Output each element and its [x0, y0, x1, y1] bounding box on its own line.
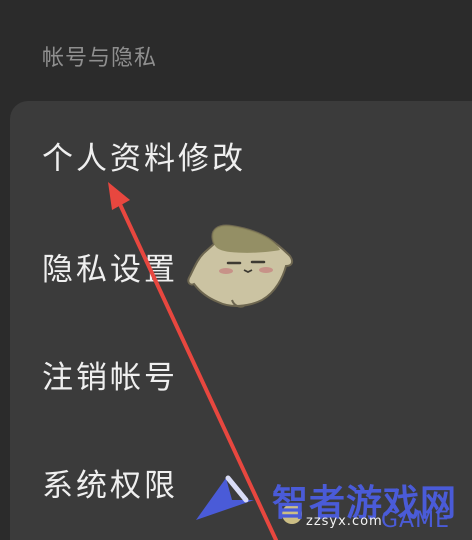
settings-screen: 帐号与隐私 个人资料修改 隐私设置 注销帐号 系统权限 智者游戏网 zzsyx.…	[0, 0, 472, 540]
menu-item-system-permissions[interactable]: 系统权限	[42, 460, 178, 505]
menu-item-privacy-settings[interactable]: 隐私设置	[42, 244, 178, 289]
watermark-url: zzsyx.com	[306, 514, 383, 529]
menu-item-delete-account[interactable]: 注销帐号	[42, 352, 178, 397]
menu-item-profile-edit[interactable]: 个人资料修改	[42, 133, 246, 178]
watermark-game: GAME	[381, 508, 450, 533]
section-title: 帐号与隐私	[42, 46, 158, 71]
